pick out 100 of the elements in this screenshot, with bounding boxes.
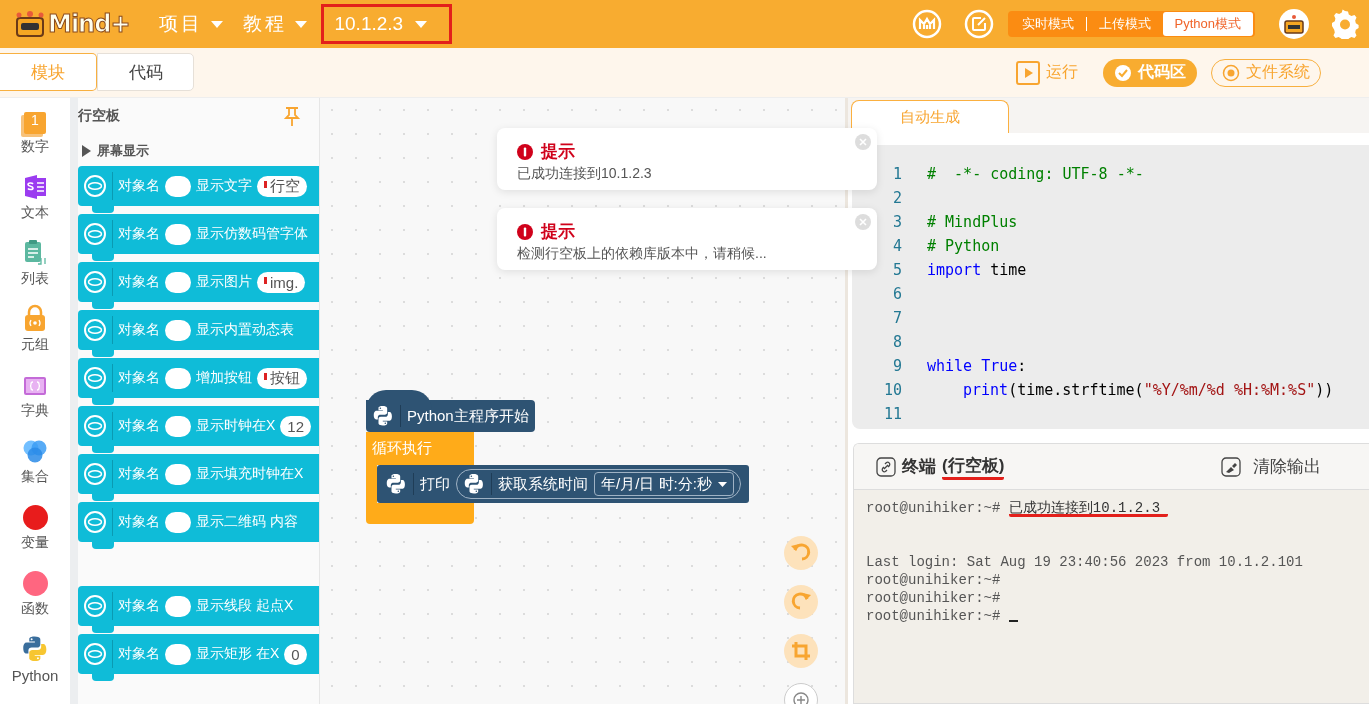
link-icon bbox=[876, 456, 896, 477]
settings-icon[interactable] bbox=[1331, 9, 1359, 39]
category-item[interactable]: 文本 bbox=[0, 164, 70, 230]
category-item[interactable]: 集合 bbox=[0, 428, 70, 494]
app-logo-text: Mind+ bbox=[48, 10, 130, 38]
edit-icon[interactable] bbox=[963, 9, 994, 39]
lock-icon bbox=[22, 304, 48, 332]
python-icon bbox=[372, 405, 394, 427]
input-field[interactable]: 12 bbox=[280, 415, 312, 437]
variable-slot[interactable] bbox=[165, 595, 191, 617]
input-field[interactable]: 0 bbox=[284, 643, 307, 665]
category-item[interactable]: 元组 bbox=[0, 296, 70, 362]
clipboard-icon bbox=[22, 238, 48, 266]
category-item[interactable]: 列表 bbox=[0, 230, 70, 296]
format-dropdown[interactable]: 年/月/日 时:分:秒 bbox=[594, 472, 734, 496]
brush-icon bbox=[1221, 456, 1241, 477]
canvas-tool-button[interactable] bbox=[784, 536, 818, 570]
clear-output-button[interactable]: 清除输出 bbox=[1215, 454, 1327, 479]
category-item[interactable]: 函数 bbox=[0, 560, 70, 626]
variable-slot[interactable] bbox=[165, 223, 191, 245]
terminal-prompt: root@unihiker:~# bbox=[866, 499, 1002, 517]
disc-icon bbox=[83, 510, 107, 534]
alert-icon bbox=[517, 223, 533, 240]
variable-slot[interactable] bbox=[165, 511, 191, 533]
terminal-device-name: (行空板) bbox=[942, 453, 1005, 480]
statistics-icon[interactable] bbox=[911, 9, 942, 39]
input-field[interactable]: img. bbox=[257, 271, 306, 293]
line-number: 9 bbox=[891, 356, 902, 377]
number-icon: 1 bbox=[24, 112, 46, 134]
code-line: while True: bbox=[927, 356, 1027, 377]
close-icon[interactable] bbox=[855, 214, 871, 230]
play-icon bbox=[1016, 60, 1040, 85]
zoom-in-icon bbox=[793, 692, 809, 704]
robot-avatar-icon[interactable] bbox=[1279, 9, 1309, 39]
disc-icon bbox=[83, 462, 107, 486]
code-line: import time bbox=[927, 260, 1027, 281]
variable-slot[interactable] bbox=[165, 415, 191, 437]
terminal-prompt: root@unihiker:~# bbox=[866, 571, 1001, 589]
caret-icon bbox=[415, 20, 428, 28]
robot-icon bbox=[1283, 14, 1305, 34]
category-item[interactable]: 1 数字 bbox=[0, 98, 70, 164]
line-number: 2 bbox=[891, 188, 902, 209]
print-block[interactable]: 打印 获取系统时间 年/月/日 时:分:秒 bbox=[377, 465, 749, 503]
code-line: # -*- coding: UTF-8 -*- bbox=[927, 164, 1144, 185]
pin-icon[interactable] bbox=[283, 106, 301, 126]
python-icon bbox=[21, 635, 49, 663]
disc-icon bbox=[83, 642, 107, 666]
caret-icon bbox=[717, 481, 727, 487]
code-line: # MindPlus bbox=[927, 212, 1018, 233]
category-item[interactable]: 字典 bbox=[0, 362, 70, 428]
notification-title: 提示 bbox=[541, 141, 575, 163]
canvas-tool-button[interactable] bbox=[784, 634, 818, 668]
input-field[interactable]: 按钮 bbox=[257, 367, 307, 389]
variable-slot[interactable] bbox=[165, 367, 191, 389]
close-icon[interactable] bbox=[855, 134, 871, 150]
variable-slot[interactable] bbox=[165, 319, 191, 341]
robot-logo-icon bbox=[14, 10, 46, 38]
book-icon bbox=[22, 374, 48, 398]
line-number: 3 bbox=[891, 212, 902, 233]
terminal-title: 终端 bbox=[902, 456, 936, 478]
section-header[interactable]: 屏幕显示 bbox=[82, 142, 319, 160]
input-field[interactable]: 行空 bbox=[257, 175, 307, 197]
variable-slot[interactable] bbox=[165, 271, 191, 293]
terminal-prompt: root@unihiker:~# bbox=[866, 607, 1001, 625]
expand-triangle-icon bbox=[82, 145, 91, 157]
terminal-text: Last login: Sat Aug 19 23:40:56 2023 from 10.1.2.101 bbox=[866, 553, 1303, 571]
line-number: 8 bbox=[891, 332, 902, 353]
line-number: 4 bbox=[891, 236, 902, 257]
code-line: print(time.strftime("%Y/%m/%d %H:%M:%S")) bbox=[962, 380, 1334, 401]
disc-icon bbox=[83, 594, 107, 618]
disc-icon bbox=[83, 270, 107, 294]
disc-icon bbox=[83, 414, 107, 438]
line-number: 1 bbox=[891, 164, 902, 185]
category-item[interactable]: 变量 bbox=[0, 494, 70, 560]
canvas-tool-button[interactable] bbox=[784, 585, 818, 619]
view-tab[interactable]: 代码 bbox=[97, 53, 194, 91]
line-number: 7 bbox=[891, 308, 902, 329]
disc-icon bbox=[83, 318, 107, 342]
venn-diagram-icon bbox=[21, 438, 49, 464]
line-number: 10 bbox=[882, 380, 902, 401]
palette-title: 行空板 bbox=[78, 107, 120, 125]
python-icon bbox=[385, 473, 407, 495]
alert-icon bbox=[517, 143, 533, 160]
disc-icon bbox=[83, 222, 107, 246]
caret-icon bbox=[211, 20, 224, 28]
radio-icon bbox=[1222, 63, 1240, 82]
line-number: 5 bbox=[891, 260, 902, 281]
check-icon bbox=[1114, 63, 1132, 82]
variable-slot[interactable] bbox=[165, 175, 191, 197]
variable-slot[interactable] bbox=[165, 643, 191, 665]
document-icon bbox=[22, 174, 48, 200]
code-editor[interactable]: 1 # -*- coding: UTF-8 -*- 2 3 # MindPlus 4 # Python 5 import time 6 7 8 9 while True: 10 print(time.strftime("%Y/%m/%d %H:%M:%S")) 11 bbox=[852, 145, 1369, 429]
variable-slot[interactable] bbox=[165, 463, 191, 485]
disc-icon bbox=[83, 366, 107, 390]
terminal-text: 已成功连接到10.1.2.3 bbox=[1008, 499, 1169, 517]
line-number: 11 bbox=[882, 404, 902, 425]
disc-icon bbox=[83, 174, 107, 198]
code-line: # Python bbox=[927, 236, 1000, 257]
notification-message: 检测行空板上的依赖库版本中，请稍候... bbox=[517, 245, 768, 263]
category-item[interactable]: Python bbox=[0, 626, 70, 692]
